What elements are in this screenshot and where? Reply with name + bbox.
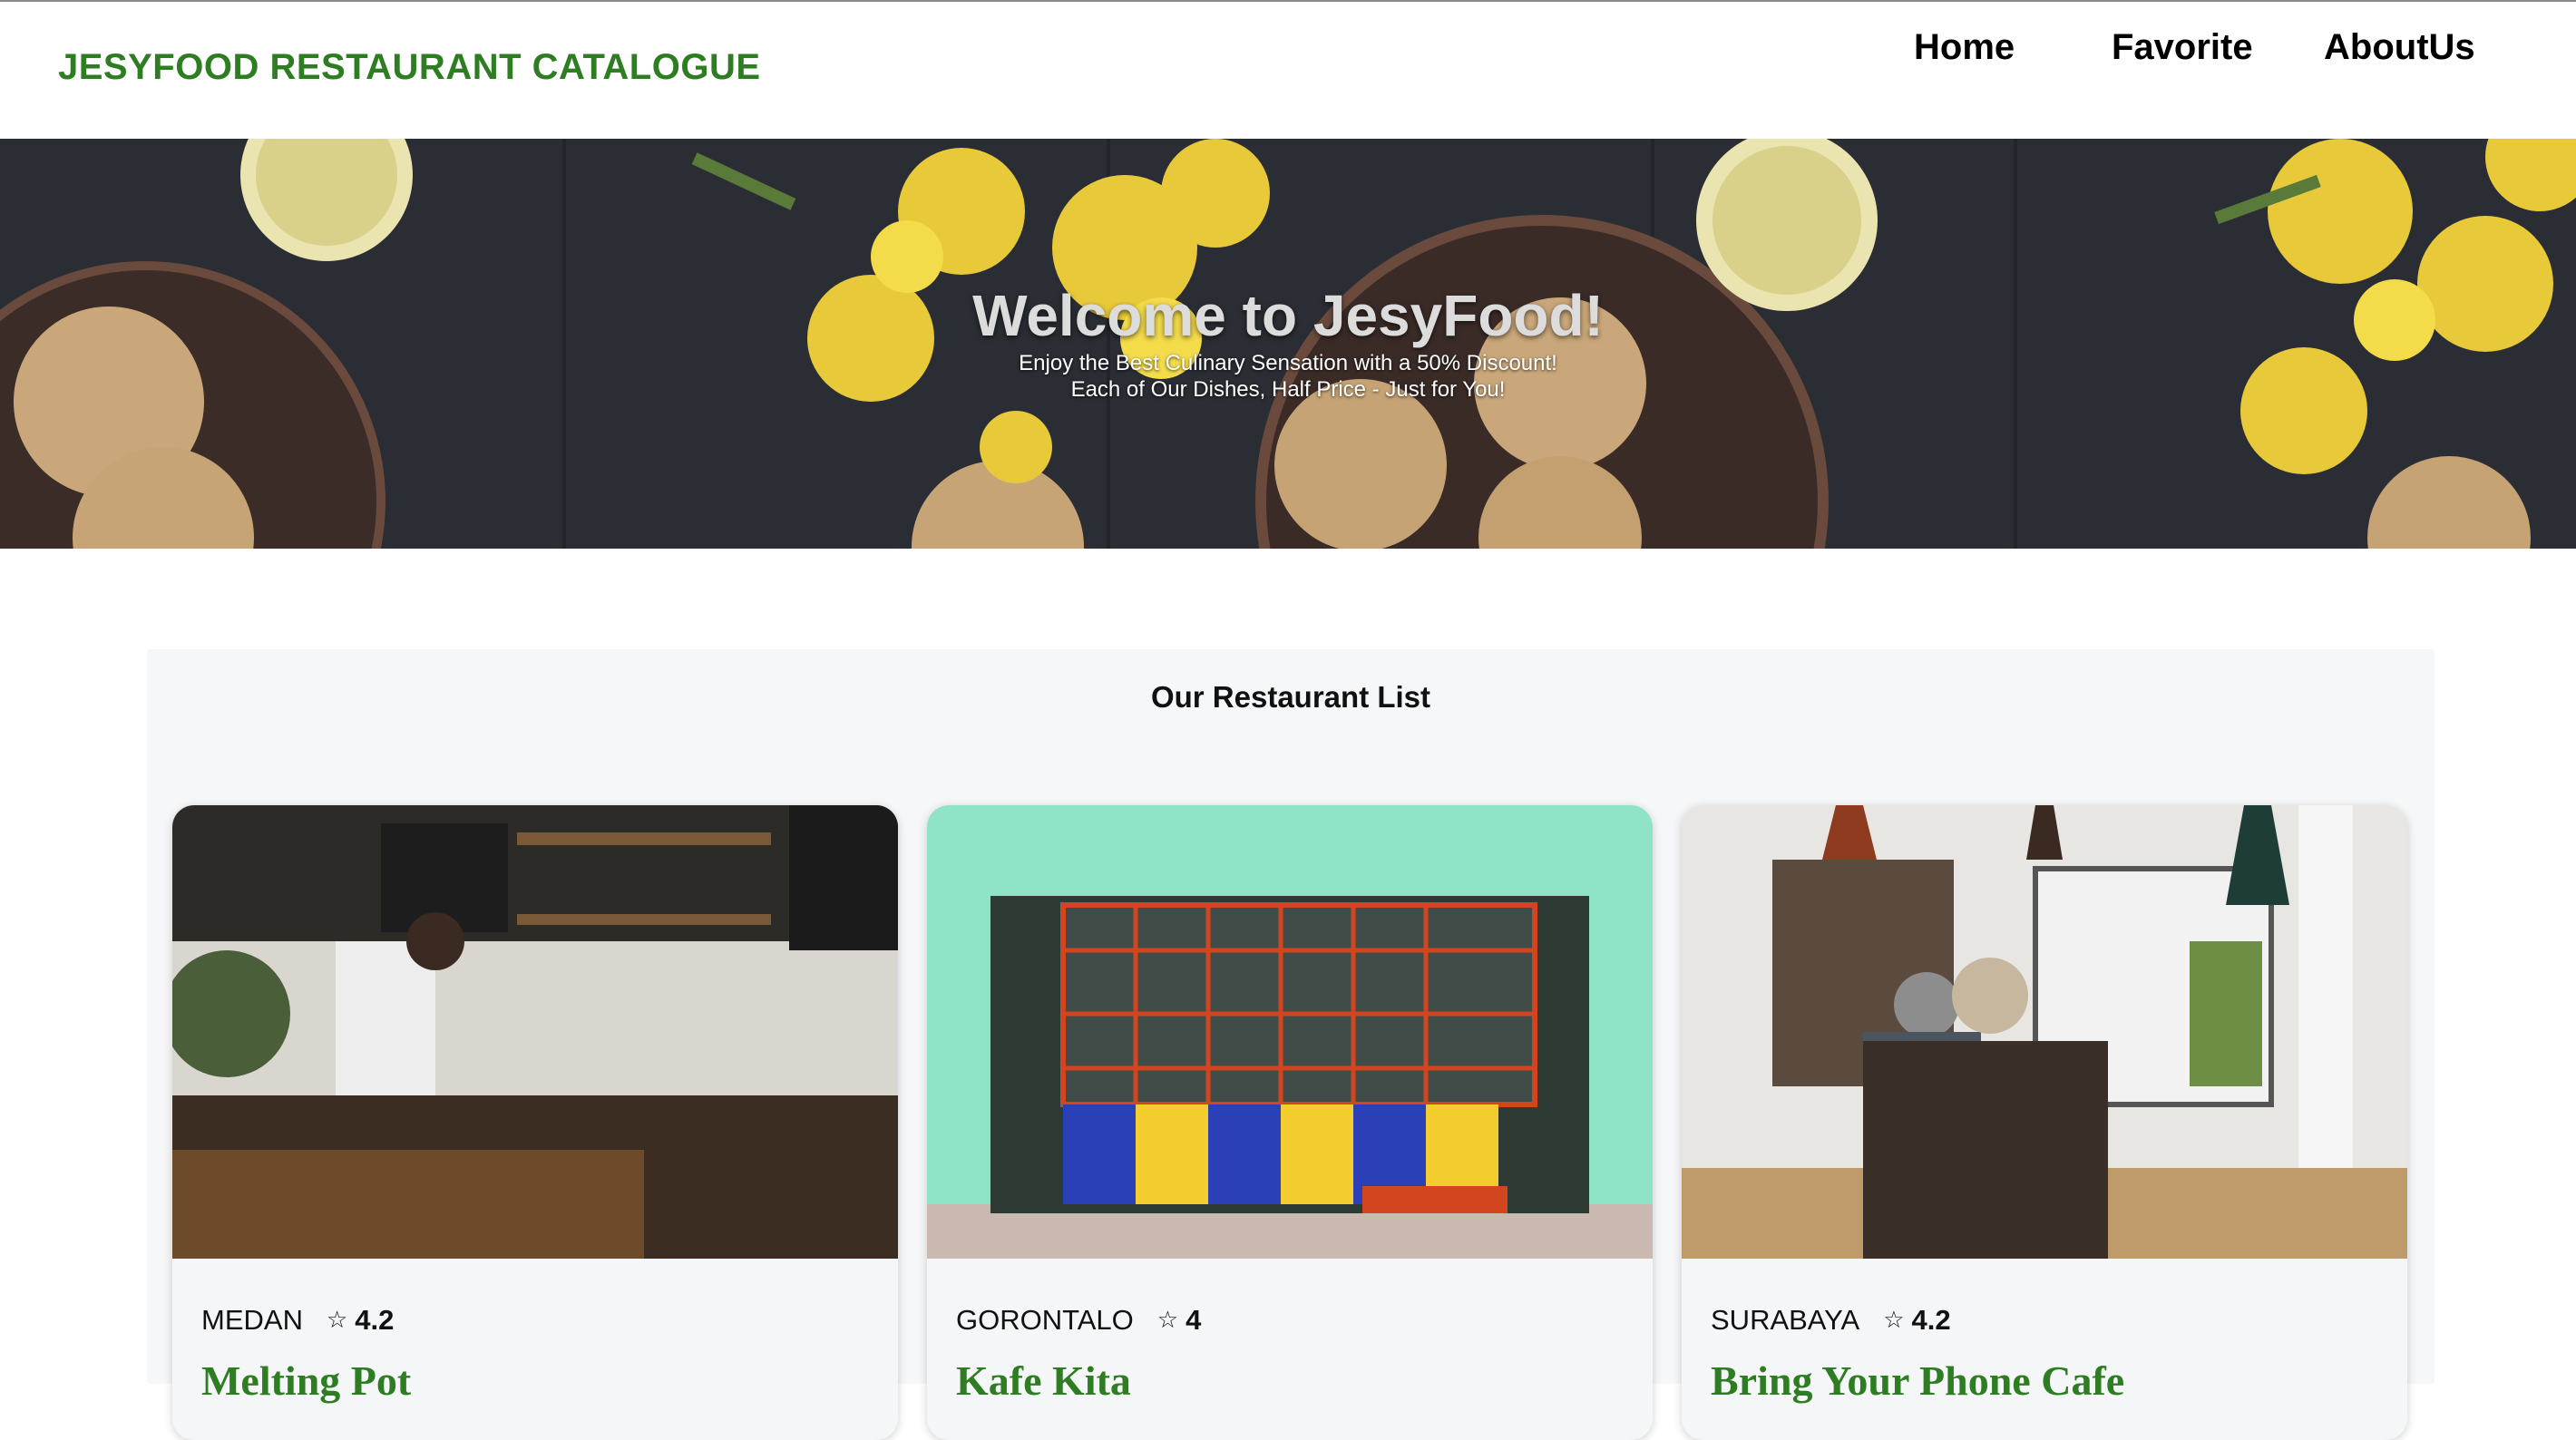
app-header: JESYFOOD RESTAURANT CATALOGUE Home Favor… <box>0 2 2576 139</box>
hero-title: Welcome to JesyFood! <box>972 283 1604 348</box>
restaurant-card[interactable]: MEDAN ☆ 4.2 Melting Pot <box>172 805 898 1440</box>
restaurant-card[interactable]: SURABAYA ☆ 4.2 Bring Your Phone Cafe <box>1682 805 2407 1440</box>
restaurant-meta: GORONTALO ☆ 4 <box>956 1302 1201 1338</box>
restaurant-meta: MEDAN ☆ 4.2 <box>201 1302 394 1338</box>
restaurant-meta: SURABAYA ☆ 4.2 <box>1711 1302 1951 1338</box>
restaurant-city: MEDAN <box>201 1303 303 1336</box>
hero-subtitle-line2: Each of Our Dishes, Half Price - Just fo… <box>1070 377 1506 402</box>
restaurant-card[interactable]: GORONTALO ☆ 4 Kafe Kita <box>927 805 1653 1440</box>
star-outline-icon: ☆ <box>326 1306 348 1334</box>
hero-subtitle-line1: Enjoy the Best Culinary Sensation with a… <box>1019 351 1557 375</box>
nav-aboutus-link[interactable]: AboutUs <box>2324 27 2475 68</box>
hero-banner: Welcome to JesyFood! Enjoy the Best Culi… <box>0 139 2576 549</box>
restaurant-name[interactable]: Bring Your Phone Cafe <box>1711 1357 2124 1405</box>
restaurant-rating: 4.2 <box>1911 1303 1951 1336</box>
restaurant-city: GORONTALO <box>956 1303 1134 1336</box>
restaurant-name[interactable]: Kafe Kita <box>956 1357 1131 1405</box>
restaurant-name[interactable]: Melting Pot <box>201 1357 411 1405</box>
restaurant-image <box>172 805 898 1259</box>
star-outline-icon: ☆ <box>1883 1306 1905 1334</box>
nav-favorite-link[interactable]: Favorite <box>2112 27 2253 68</box>
restaurant-image <box>927 805 1653 1259</box>
main-nav: Home Favorite AboutUs <box>0 27 2576 82</box>
hero-text: Welcome to JesyFood! Enjoy the Best Culi… <box>0 139 2576 549</box>
restaurant-city: SURABAYA <box>1711 1303 1860 1336</box>
section-title: Our Restaurant List <box>1150 680 1431 714</box>
restaurant-image <box>1682 805 2407 1259</box>
restaurant-rating: 4 <box>1186 1303 1202 1336</box>
restaurant-rating: 4.2 <box>355 1303 395 1336</box>
restaurant-list-section: Our Restaurant List MEDAN ☆ 4.2 Melting Po… <box>147 649 2435 1440</box>
nav-home-link[interactable]: Home <box>1914 27 2015 68</box>
star-outline-icon: ☆ <box>1156 1306 1179 1334</box>
